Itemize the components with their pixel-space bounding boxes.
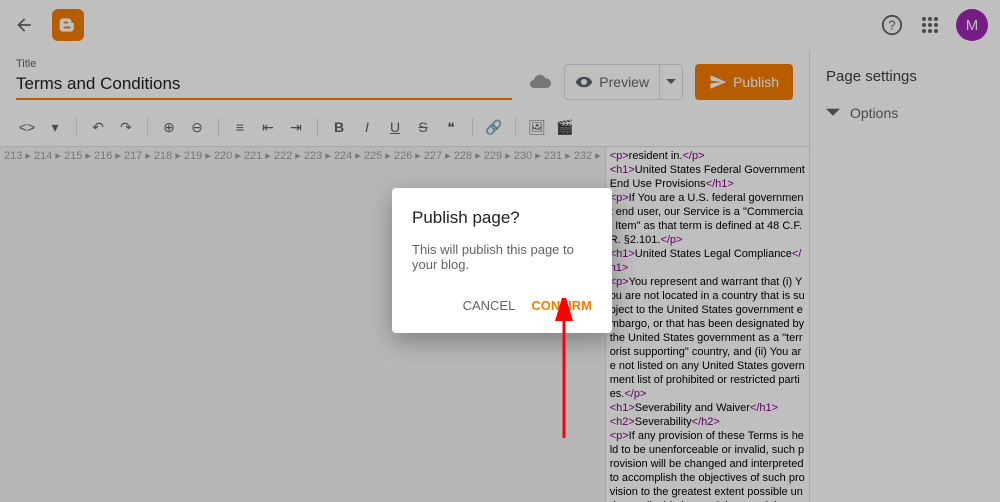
- dialog-title: Publish page?: [412, 208, 592, 228]
- dialog-body: This will publish this page to your blog…: [412, 242, 592, 272]
- confirm-button[interactable]: CONFIRM: [531, 298, 592, 313]
- cancel-button[interactable]: CANCEL: [463, 298, 516, 313]
- publish-dialog: Publish page? This will publish this pag…: [392, 188, 612, 333]
